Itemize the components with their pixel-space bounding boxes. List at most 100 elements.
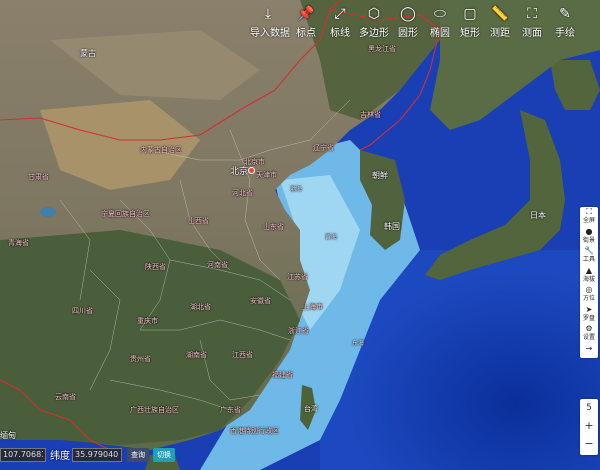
street-view-icon: ● xyxy=(585,226,593,236)
label-shanghai: 上海市 xyxy=(302,303,323,311)
tool-label: 测距 xyxy=(490,28,510,39)
tool-point[interactable]: 📌 标点 xyxy=(288,4,324,39)
compass-button[interactable]: ➤ 罗盘 xyxy=(580,305,598,325)
control-label: 罗盘 xyxy=(582,314,595,322)
label-hebei: 河北省 xyxy=(232,189,253,197)
tool-label: 导入数据 xyxy=(250,28,290,39)
hexagon-icon: ⬡ xyxy=(367,6,381,22)
tool-label: 手绘 xyxy=(555,28,575,39)
label-gansu: 甘肃省 xyxy=(28,173,49,181)
tool-label: 测面 xyxy=(522,28,542,39)
label-mongolia: 蒙古 xyxy=(80,49,96,58)
label-shanxi: 山西省 xyxy=(188,217,209,225)
arrow-right-icon: → xyxy=(585,343,593,353)
tool-label: 标点 xyxy=(296,28,316,39)
label-tianjin: 天津市 xyxy=(256,171,277,179)
pushpin-icon: 📌 xyxy=(297,6,315,22)
longitude-input[interactable] xyxy=(0,448,46,462)
label-taiwan: 台湾 xyxy=(304,405,318,413)
control-label: 街景 xyxy=(582,236,595,244)
tool-circle[interactable]: ◯ 圆形 xyxy=(390,4,426,39)
bearing-button[interactable]: ◎ 方位 xyxy=(580,285,598,305)
area-measure-icon: ⛶ xyxy=(527,6,537,22)
gear-icon: ⚙ xyxy=(585,324,593,333)
label-anhui: 安徽省 xyxy=(250,297,271,305)
zoom-level: 5 xyxy=(586,403,592,413)
label-shandong: 山东省 xyxy=(263,223,284,231)
download-icon: ⤓ xyxy=(264,6,272,22)
map-control-panel: ⛶ 全屏 ● 街景 🔧 工具 ▲ 海拔 ◎ 方位 ➤ 罗盘 ⚙ 设置 → xyxy=(580,207,598,358)
coordinate-bar: 纬度 查询 切换 xyxy=(0,445,190,467)
label-shaanxi: 陕西省 xyxy=(145,263,166,271)
label-myanmar: 缅甸 xyxy=(0,431,16,440)
label-zhejiang: 浙江省 xyxy=(288,327,309,335)
control-label: 海拔 xyxy=(582,275,595,283)
label-bohai: 渤海 xyxy=(290,186,303,193)
map-view[interactable]: 蒙古 黑龙江省 吉林省 辽宁省 内蒙古自治区 北京 北京市 天津市 河北省 山西… xyxy=(0,0,600,470)
street-view-button[interactable]: ● 街景 xyxy=(580,227,598,247)
label-jiangxi: 江西省 xyxy=(232,351,253,359)
tool-label: 多边形 xyxy=(359,28,389,39)
latitude-label: 纬度 xyxy=(50,451,70,462)
label-yunnan: 云南省 xyxy=(55,393,76,401)
tool-label: 圆形 xyxy=(398,28,418,39)
zoom-in-button[interactable]: + xyxy=(580,417,598,435)
label-beijing-city: 北京市 xyxy=(244,158,265,166)
label-northkorea: 朝鲜 xyxy=(372,171,388,180)
label-chongqing: 重庆市 xyxy=(137,317,158,325)
tool-hand-draw[interactable]: ✎ 手绘 xyxy=(548,4,582,39)
tool-label: 标线 xyxy=(330,28,350,39)
tool-import-data[interactable]: ⤓ 导入数据 xyxy=(250,4,290,39)
label-jiangsu: 江苏省 xyxy=(287,273,308,281)
ruler-icon: 📏 xyxy=(491,6,509,22)
label-hunan: 湖南省 xyxy=(186,351,207,359)
switch-button[interactable]: 切换 xyxy=(153,448,175,462)
elevation-button[interactable]: ▲ 海拔 xyxy=(580,266,598,286)
hand-draw-icon: ✎ xyxy=(559,6,571,22)
control-label: 全屏 xyxy=(582,217,595,224)
label-innermongolia: 内蒙古自治区 xyxy=(140,146,182,154)
label-guangxi: 广西壮族自治区 xyxy=(130,406,179,414)
label-southkorea: 韩国 xyxy=(384,222,400,231)
navigation-icon: ➤ xyxy=(585,304,593,314)
label-henan: 河南省 xyxy=(207,261,228,269)
zoom-out-button[interactable]: − xyxy=(580,435,598,453)
collapse-panel-button[interactable]: → xyxy=(580,344,598,358)
circle-icon: ◯ xyxy=(400,6,416,22)
label-hongkong: 香港特别行政区 xyxy=(230,427,279,435)
control-label: 方位 xyxy=(582,295,595,302)
label-jilin: 吉林省 xyxy=(360,111,381,119)
label-yellowsea: 黄海 xyxy=(325,234,338,241)
label-guangdong: 广东省 xyxy=(220,406,241,414)
tools-button[interactable]: 🔧 工具 xyxy=(580,246,598,266)
satellite-basemap[interactable] xyxy=(0,0,600,470)
label-hubei: 湖北省 xyxy=(190,303,211,311)
label-ningxia: 宁夏回族自治区 xyxy=(101,210,150,218)
label-sichuan: 四川省 xyxy=(72,307,93,315)
tool-line[interactable]: ⤢ 标线 xyxy=(322,4,358,39)
fullscreen-button[interactable]: ⛶ 全屏 xyxy=(580,207,598,227)
settings-button[interactable]: ⚙ 设置 xyxy=(580,324,598,344)
draw-toolbar: ⤓ 导入数据 📌 标点 ⤢ 标线 ⬡ 多边形 ◯ 圆形 ⬭ 椭圆 ▢ 矩形 📏 xyxy=(250,4,600,42)
line-icon: ⤢ xyxy=(334,6,346,22)
compass-icon: ◎ xyxy=(585,285,593,294)
tool-polygon[interactable]: ⬡ 多边形 xyxy=(356,4,392,39)
tool-measure-distance[interactable]: 📏 测距 xyxy=(482,4,518,39)
label-qinghai: 青海省 xyxy=(8,239,29,247)
fullscreen-icon: ⛶ xyxy=(586,207,592,216)
tool-measure-area[interactable]: ⛶ 测面 xyxy=(514,4,550,39)
control-label: 工具 xyxy=(582,256,595,263)
wrench-icon: 🔧 xyxy=(584,246,594,255)
query-button[interactable]: 查询 xyxy=(127,448,149,462)
label-fujian: 福建省 xyxy=(272,371,293,379)
zoom-control: 5 + − xyxy=(580,399,598,455)
label-japan: 日本 xyxy=(530,211,546,220)
elevation-icon: ▲ xyxy=(585,265,593,275)
capital-marker-icon xyxy=(248,167,255,174)
label-heilongjiang: 黑龙江省 xyxy=(368,45,396,53)
control-label: 设置 xyxy=(582,334,595,341)
latitude-input[interactable] xyxy=(72,448,122,462)
label-guizhou: 贵州省 xyxy=(130,355,151,363)
label-liaoning: 辽宁省 xyxy=(313,144,334,152)
label-eastchina: 东海 xyxy=(352,340,365,347)
